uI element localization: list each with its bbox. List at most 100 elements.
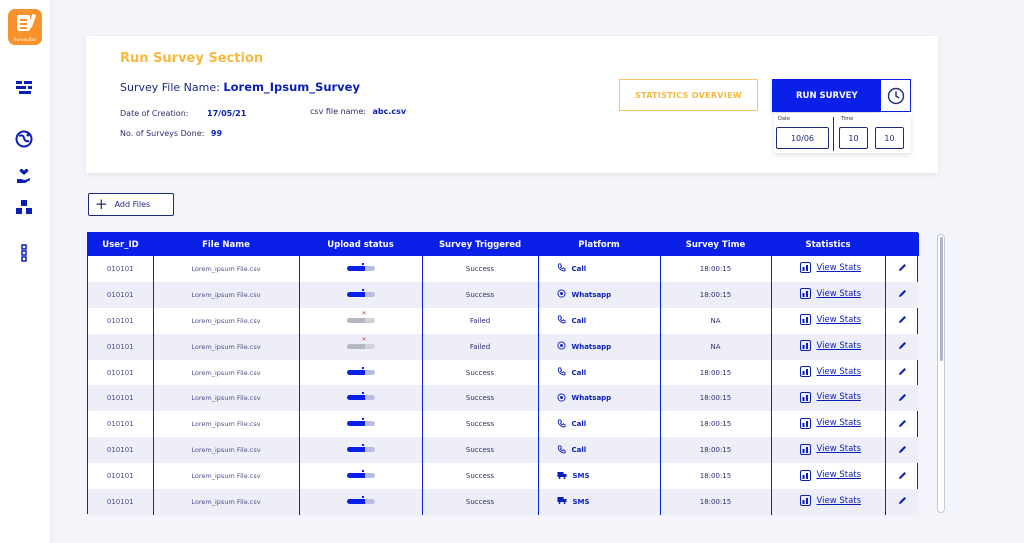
- edit-pencil-icon[interactable]: [898, 497, 907, 507]
- table-header: User_ID File Name Upload status Survey T…: [88, 233, 919, 256]
- edit-pencil-icon[interactable]: [898, 342, 907, 352]
- add-files-label: Add Files: [114, 200, 151, 209]
- dots-vertical-icon[interactable]: [13, 243, 35, 263]
- cell-file-name: Lorem_ipsum File.csv: [152, 411, 299, 438]
- cell-survey-time: 18:00:15: [659, 437, 771, 464]
- cubes-icon[interactable]: [13, 197, 35, 217]
- cell-statistics: View Stats: [770, 437, 885, 464]
- cell-statistics: View Stats: [770, 333, 885, 360]
- table-row: 010101 Lorem_ipsum File.csv Success Call 18:…: [88, 411, 919, 438]
- schedule-clock-button[interactable]: [880, 79, 911, 112]
- whatsapp-icon: [556, 289, 566, 300]
- view-stats-link[interactable]: View Stats: [799, 495, 861, 507]
- view-stats-link[interactable]: View Stats: [799, 443, 861, 455]
- cell-upload-status: [298, 256, 422, 282]
- cell-actions: [884, 489, 919, 515]
- cell-actions: [884, 463, 919, 490]
- cell-platform: Call: [537, 359, 660, 386]
- cell-upload-status: ✕: [298, 333, 422, 360]
- app-logo[interactable]: SurveyBot: [8, 9, 42, 45]
- cell-upload-status: [298, 437, 422, 464]
- cell-actions: [884, 281, 919, 308]
- cell-upload-status: [298, 385, 422, 412]
- phone-icon: [557, 419, 566, 430]
- layers-icon[interactable]: [13, 77, 35, 97]
- run-survey-button[interactable]: RUN SURVEY: [772, 79, 880, 112]
- view-stats-link[interactable]: View Stats: [799, 288, 861, 300]
- view-stats-link[interactable]: View Stats: [799, 366, 861, 377]
- edit-pencil-icon[interactable]: [898, 290, 907, 300]
- schedule-panel: Date 10/06 Time 10 10: [774, 113, 911, 153]
- statistics-overview-button[interactable]: STATISTICS OVERVIEW: [619, 79, 758, 111]
- view-stats-link[interactable]: View Stats: [799, 391, 861, 403]
- header-survey-time: Survey Time: [660, 233, 771, 256]
- header-actions: [885, 233, 919, 256]
- cell-file-name: Lorem_ipsum File.csv: [152, 281, 299, 308]
- clock-icon: [887, 87, 904, 104]
- table-row: 010101 Lorem_ipsum File.csv Success Call 18:…: [88, 437, 919, 464]
- cell-platform: Call: [537, 437, 660, 464]
- table-row: 010101 Lorem_ipsum File.csv ✕ Failed Whatsap…: [88, 333, 919, 360]
- view-stats-link[interactable]: View Stats: [799, 469, 861, 481]
- platform-label: Call: [571, 446, 587, 455]
- upload-progress-bar: [346, 262, 375, 271]
- cell-file-name: Lorem_ipsum File.csv: [152, 437, 299, 464]
- cell-actions: [884, 307, 919, 334]
- schedule-date-input[interactable]: 10/06: [776, 127, 829, 149]
- phone-icon: [557, 367, 566, 378]
- schedule-minute-input[interactable]: 10: [875, 127, 904, 149]
- edit-pencil-icon[interactable]: [898, 393, 907, 404]
- cell-platform: SMS: [537, 463, 660, 490]
- scrollbar-thumb[interactable]: [940, 237, 943, 361]
- table-scrollbar[interactable]: [937, 234, 945, 513]
- globe-icon[interactable]: [13, 129, 35, 149]
- stats-chart-icon: [799, 417, 811, 429]
- surveys-value: 99: [210, 129, 223, 138]
- view-stats-link[interactable]: View Stats: [799, 417, 862, 429]
- view-stats-link[interactable]: View Stats: [799, 262, 861, 274]
- cell-platform: Whatsapp: [537, 333, 660, 360]
- edit-pencil-icon[interactable]: [898, 471, 907, 482]
- schedule-hour-input[interactable]: 10: [839, 127, 868, 149]
- cell-upload-status: [298, 359, 422, 386]
- cell-actions: [884, 437, 919, 464]
- edit-pencil-icon[interactable]: [898, 368, 907, 378]
- view-stats-label: View Stats: [816, 418, 862, 429]
- edit-pencil-icon[interactable]: [898, 419, 907, 430]
- cell-file-name: Lorem_ipsum File.csv: [152, 359, 299, 386]
- edit-pencil-icon[interactable]: [898, 445, 907, 456]
- section-title: Run Survey Section: [120, 51, 264, 66]
- cell-user-id: 010101: [106, 316, 134, 325]
- add-files-button[interactable]: + Add Files: [88, 193, 174, 216]
- cell-platform: Call: [537, 411, 660, 438]
- whatsapp-icon: [556, 341, 566, 352]
- view-stats-link[interactable]: View Stats: [799, 314, 861, 326]
- cell-user-id: 010101: [88, 333, 153, 360]
- file-name-label: Survey File Name:: [120, 81, 220, 94]
- failed-x-icon: ✕: [361, 335, 367, 343]
- stats-chart-icon: [799, 340, 811, 352]
- cell-survey-time: 18:00:15: [659, 359, 771, 386]
- cell-user-id: 010101: [88, 281, 153, 308]
- surveys-done: No. of Surveys Done: 99: [120, 129, 222, 138]
- cell-upload-status: ✕: [298, 307, 422, 334]
- cell-upload-status: [298, 463, 422, 490]
- cell-survey-triggered: Success: [421, 463, 538, 490]
- upload-progress-bar: [346, 392, 375, 401]
- cell-actions: [884, 411, 919, 438]
- hand-heart-icon[interactable]: [13, 166, 35, 186]
- edit-pencil-icon[interactable]: [898, 316, 907, 326]
- cell-file-name: Lorem_ipsum File.csv: [152, 256, 299, 282]
- table-row: 010101 Lorem_ipsum File.csv Success Whatsap…: [88, 281, 919, 308]
- cell-survey-time: NA: [659, 333, 771, 360]
- uploads-table: User_ID File Name Upload status Survey T…: [87, 232, 919, 515]
- cell-survey-triggered: Success: [421, 411, 538, 438]
- cell-survey-triggered: Success: [421, 281, 538, 308]
- view-stats-link[interactable]: View Stats: [799, 340, 861, 352]
- platform-label: Whatsapp: [571, 342, 612, 351]
- table-row: 010101 Lorem_ipsum File.csv Success Call 18:…: [88, 256, 919, 282]
- cell-statistics: View Stats: [770, 385, 885, 412]
- upload-progress-bar: ✕: [346, 310, 375, 323]
- edit-pencil-icon[interactable]: [898, 264, 907, 274]
- stats-chart-icon: [799, 391, 811, 403]
